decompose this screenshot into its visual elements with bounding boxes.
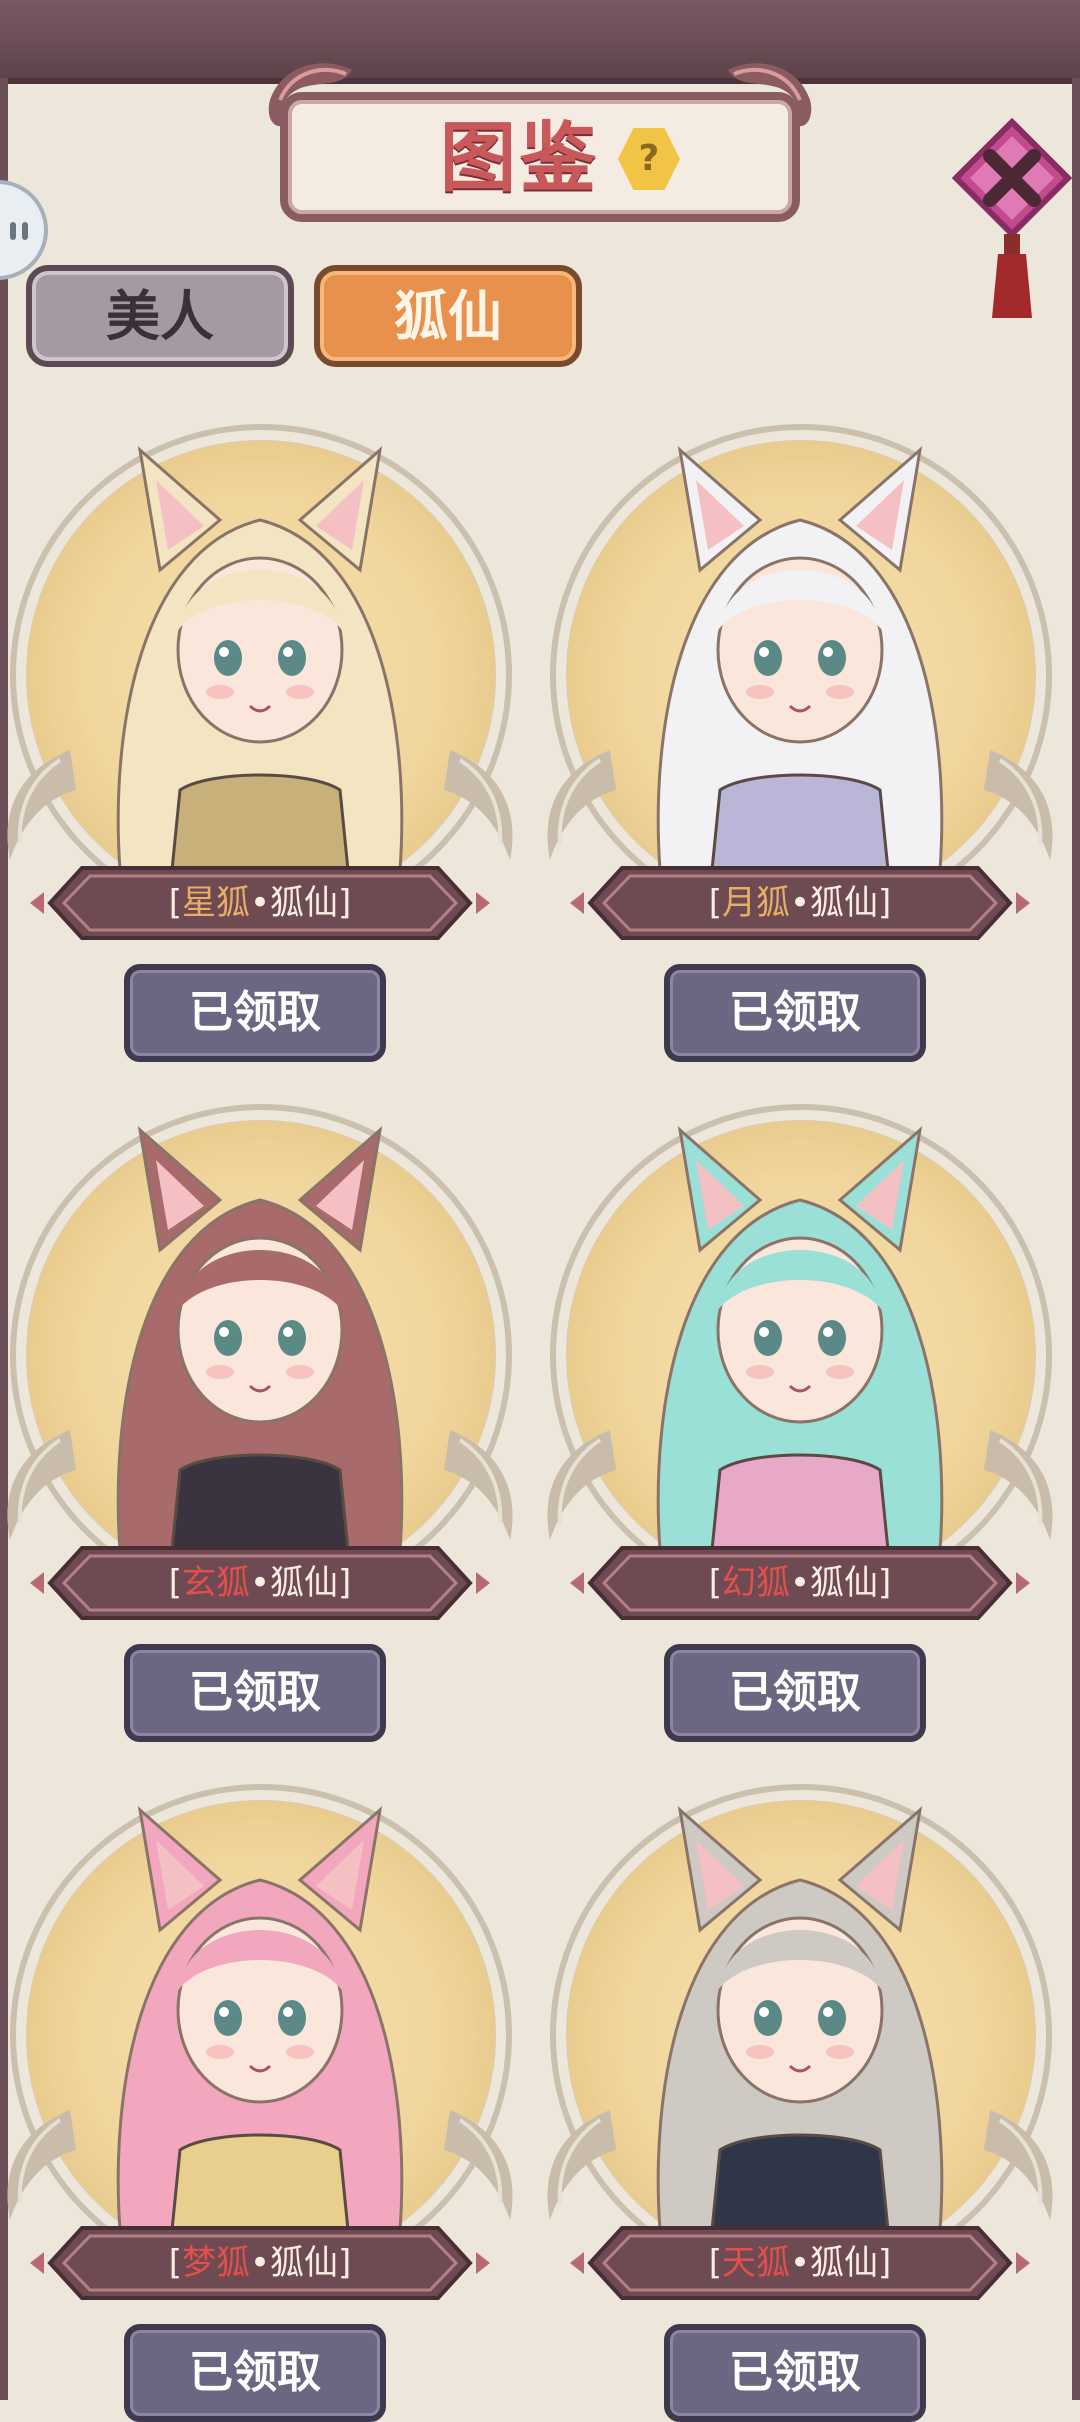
bracket-close: ] <box>878 2243 892 2283</box>
character-name: [天狐•狐仙] <box>600 2232 1000 2294</box>
name-separator: • <box>249 1563 271 1603</box>
bracket-close: ] <box>878 883 892 923</box>
fox-card: [梦狐•狐仙] 已领取 <box>0 1784 520 2422</box>
character-portrait[interactable] <box>600 1110 1000 1570</box>
character-name: [星狐•狐仙] <box>60 872 460 934</box>
name-suffix: 狐仙 <box>810 1563 879 1603</box>
name-suffix: 狐仙 <box>270 883 339 923</box>
character-portrait[interactable] <box>60 1110 460 1570</box>
bracket-open: [ <box>168 883 182 923</box>
character-portrait[interactable] <box>600 1790 1000 2250</box>
name-prefix: 梦狐 <box>181 2243 250 2283</box>
tab-fox-fairy[interactable]: 狐仙 <box>314 265 582 367</box>
close-icon[interactable] <box>952 118 1072 323</box>
bracket-open: [ <box>168 2243 182 2283</box>
name-separator: • <box>249 883 271 923</box>
page-title: 图鉴 <box>440 113 600 202</box>
bracket-close: ] <box>338 2243 352 2283</box>
bracket-close: ] <box>338 1563 352 1603</box>
fox-card: [月狐•狐仙] 已领取 <box>540 424 1060 1062</box>
bracket-open: [ <box>708 2243 722 2283</box>
fox-card: [天狐•狐仙] 已领取 <box>540 1784 1060 2422</box>
claimed-button[interactable]: 已领取 <box>664 964 926 1062</box>
tab-beauty[interactable]: 美人 <box>26 265 294 367</box>
fox-card: [幻狐•狐仙] 已领取 <box>540 1104 1060 1742</box>
right-frame <box>1072 78 1080 2400</box>
fox-card: [星狐•狐仙] 已领取 <box>0 424 520 1062</box>
bracket-open: [ <box>168 1563 182 1603</box>
name-suffix: 狐仙 <box>810 2243 879 2283</box>
character-name: [幻狐•狐仙] <box>600 1552 1000 1614</box>
name-separator: • <box>789 1563 811 1603</box>
claimed-button[interactable]: 已领取 <box>124 2324 386 2422</box>
claimed-button[interactable]: 已领取 <box>124 1644 386 1742</box>
character-portrait[interactable] <box>600 430 1000 890</box>
name-prefix: 玄狐 <box>181 1563 250 1603</box>
name-prefix: 天狐 <box>721 2243 790 2283</box>
bracket-open: [ <box>708 883 722 923</box>
character-name: [月狐•狐仙] <box>600 872 1000 934</box>
top-frame <box>0 0 1080 84</box>
bracket-open: [ <box>708 1563 722 1603</box>
name-separator: • <box>249 2243 271 2283</box>
character-name: [梦狐•狐仙] <box>60 2232 460 2294</box>
character-portrait[interactable] <box>60 430 460 890</box>
name-prefix: 星狐 <box>181 883 250 923</box>
bracket-close: ] <box>338 883 352 923</box>
fox-card: [玄狐•狐仙] 已领取 <box>0 1104 520 1742</box>
character-name: [玄狐•狐仙] <box>60 1552 460 1614</box>
name-separator: • <box>789 883 811 923</box>
bracket-close: ] <box>878 1563 892 1603</box>
claimed-button[interactable]: 已领取 <box>664 1644 926 1742</box>
name-prefix: 幻狐 <box>721 1563 790 1603</box>
name-suffix: 狐仙 <box>810 883 879 923</box>
claimed-button[interactable]: 已领取 <box>124 964 386 1062</box>
name-suffix: 狐仙 <box>270 2243 339 2283</box>
name-separator: • <box>789 2243 811 2283</box>
character-portrait[interactable] <box>60 1790 460 2250</box>
claimed-button[interactable]: 已领取 <box>664 2324 926 2422</box>
name-prefix: 月狐 <box>721 883 790 923</box>
name-suffix: 狐仙 <box>270 1563 339 1603</box>
